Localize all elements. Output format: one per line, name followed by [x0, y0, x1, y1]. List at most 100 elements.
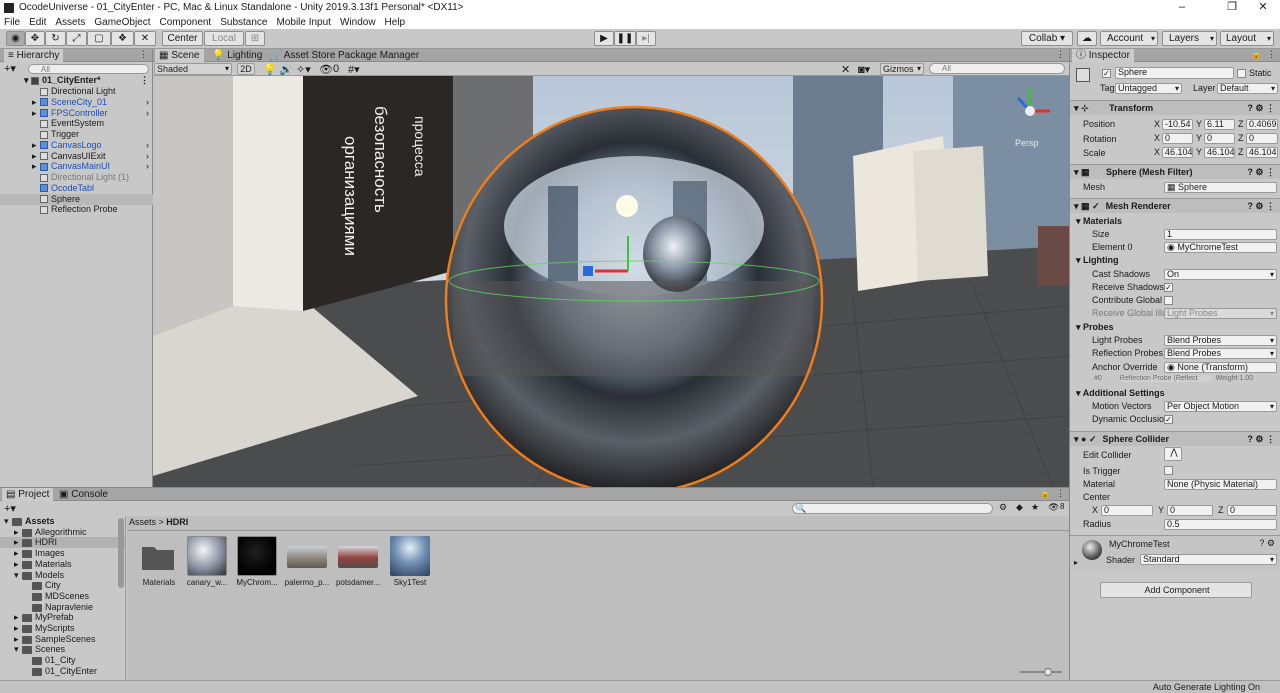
contribute-gi-checkbox[interactable]	[1164, 296, 1173, 305]
scale-x-field[interactable]: 46.1046	[1162, 147, 1193, 158]
material-element-0-field[interactable]: ◉ MyChromeTest	[1164, 242, 1277, 253]
pause-button[interactable]: ❚❚	[614, 31, 636, 46]
edit-collider-button[interactable]: ⋀	[1164, 447, 1182, 461]
scene-panel-menu-icon[interactable]: ⋮	[1056, 49, 1065, 60]
folder-tree-item[interactable]: ▸ MyPrefab	[0, 612, 125, 623]
expand-arrow-icon[interactable]: ▸	[14, 559, 19, 570]
expand-arrow-icon[interactable]: ▾	[14, 570, 19, 581]
layer-dropdown[interactable]: Default	[1217, 83, 1278, 94]
rotation-x-field[interactable]: 0	[1162, 133, 1193, 144]
sphere-collider-header[interactable]: ▾ ● ✓ Sphere Collider ? ⚙ ⋮	[1070, 431, 1280, 446]
anchor-override-field[interactable]: ◉ None (Transform)	[1164, 362, 1277, 373]
favorite-icon[interactable]: ★	[1031, 502, 1039, 513]
hierarchy-item[interactable]: ▸ › CanvasMainUI	[0, 161, 153, 172]
chevron-right-icon[interactable]: ›	[146, 108, 149, 119]
menu-assets[interactable]: Assets	[55, 17, 85, 28]
expand-arrow-icon[interactable]: ▾	[4, 516, 9, 527]
rect-tool-icon[interactable]: ▢	[87, 31, 111, 46]
folder-tree-item[interactable]: 01_CityEnter	[0, 666, 125, 677]
folder-tree-item[interactable]: ▾ Assets	[0, 516, 125, 527]
light-probes-dropdown[interactable]: Blend Probes	[1164, 335, 1277, 346]
hierarchy-item[interactable]: ▸ › CanvasLogo	[0, 140, 153, 151]
folder-tree-item[interactable]: MDScenes	[0, 591, 125, 602]
scale-y-field[interactable]: 46.1046	[1204, 147, 1235, 158]
expand-arrow-icon[interactable]: ▸	[32, 97, 37, 108]
tab-asset-store[interactable]: 🛒 Asset Store	[265, 49, 339, 62]
scene-root-row[interactable]: ▾ 01_CityEnter* ⋮	[0, 75, 153, 86]
scene-lighting-toggle-icon[interactable]: 💡	[263, 63, 277, 76]
hierarchy-item[interactable]: Sphere	[0, 193, 153, 205]
chevron-right-icon[interactable]: ›	[146, 97, 149, 108]
collider-material-field[interactable]: None (Physic Material)	[1164, 479, 1277, 490]
menu-component[interactable]: Component	[160, 17, 212, 28]
folder-tree-item[interactable]: ▸ SampleScenes	[0, 634, 125, 645]
create-dropdown-icon[interactable]: +▾	[4, 62, 16, 75]
tab-lighting[interactable]: 💡 Lighting	[208, 49, 266, 62]
probes-section-header[interactable]: ▾ Probes	[1076, 322, 1114, 333]
project-search-input[interactable]: 🔍	[792, 503, 993, 514]
position-y-field[interactable]: 6.11	[1204, 119, 1235, 130]
search-by-label-icon[interactable]: ◆	[1016, 502, 1023, 513]
expand-arrow-icon[interactable]: ▸	[14, 612, 19, 623]
object-name-input[interactable]: Sphere	[1115, 67, 1234, 79]
projection-label[interactable]: Persp	[1015, 138, 1039, 148]
expand-arrow-icon[interactable]: ▸	[14, 623, 19, 634]
center-y-field[interactable]: 0	[1167, 505, 1213, 516]
expand-arrow-icon[interactable]: ▸	[32, 108, 37, 119]
folder-tree-item[interactable]: City	[0, 580, 125, 591]
cast-shadows-dropdown[interactable]: On	[1164, 269, 1277, 280]
chevron-right-icon[interactable]: ›	[146, 161, 149, 172]
cloud-icon[interactable]: ☁	[1077, 31, 1097, 46]
shading-mode-dropdown[interactable]: Shaded	[154, 63, 232, 75]
hierarchy-search-input[interactable]	[28, 64, 149, 74]
layers-dropdown[interactable]: Layers	[1162, 31, 1217, 46]
move-tool-icon[interactable]: ✥	[25, 31, 45, 46]
mesh-filter-header[interactable]: ▾ ▦ Sphere (Mesh Filter) ? ⚙ ⋮	[1070, 164, 1280, 179]
menu-substance[interactable]: Substance	[220, 17, 267, 28]
menu-file[interactable]: File	[4, 17, 20, 28]
folder-tree-item[interactable]: Napravlenie	[0, 602, 125, 613]
mesh-renderer-header[interactable]: ▾ ▦ ✓ Mesh Renderer ? ⚙ ⋮	[1070, 198, 1280, 213]
rotate-tool-icon[interactable]: ↻	[45, 31, 66, 46]
transform-header[interactable]: ▾ ⊹ Transform ? ⚙ ⋮	[1070, 100, 1280, 115]
dynamic-occlusion-checkbox[interactable]: ✓	[1164, 415, 1173, 424]
expand-arrow-icon[interactable]: ▾	[14, 644, 19, 655]
scene-audio-toggle-icon[interactable]: 🔊	[279, 63, 293, 76]
tree-scrollbar[interactable]	[118, 518, 124, 588]
hierarchy-item[interactable]: Directional Light	[0, 86, 153, 97]
pivot-local-button[interactable]: Local	[204, 31, 244, 46]
rotation-z-field[interactable]: 0	[1246, 133, 1278, 144]
hierarchy-item[interactable]: Directional Light (1)	[0, 172, 153, 183]
reflection-probes-dropdown[interactable]: Blend Probes	[1164, 348, 1277, 359]
tab-console[interactable]: ▣ Console	[55, 488, 112, 501]
expand-arrow-icon[interactable]: ▸	[14, 527, 19, 538]
gizmos-dropdown[interactable]: Gizmos	[880, 63, 924, 75]
folder-tree-item[interactable]: ▸ Materials	[0, 559, 125, 570]
hierarchy-item[interactable]: EventSystem	[0, 118, 153, 129]
folder-tree-item[interactable]: 01_City	[0, 655, 125, 666]
materials-size-field[interactable]: 1	[1164, 229, 1277, 240]
scene-search-input[interactable]	[929, 63, 1065, 74]
hdri-thumbnail-potsdamer[interactable]	[338, 546, 378, 568]
inspector-menu-icon[interactable]: ⋮	[1267, 49, 1276, 60]
mesh-object-field[interactable]: ▦ Sphere	[1164, 182, 1277, 193]
view-tool-icon[interactable]: ◉	[6, 31, 25, 46]
chevron-right-icon[interactable]: ›	[146, 151, 149, 162]
add-component-button[interactable]: Add Component	[1100, 582, 1252, 598]
project-create-icon[interactable]: +▾	[4, 502, 16, 515]
grid-toggle-icon[interactable]: #▾	[348, 63, 360, 76]
project-panel-menu-icon[interactable]: ⋮	[1056, 488, 1065, 499]
center-z-field[interactable]: 0	[1227, 505, 1277, 516]
folder-tree-item[interactable]: ▸ Images	[0, 548, 125, 559]
inspector-lock-icon[interactable]: 🔒	[1251, 49, 1262, 60]
expand-arrow-icon[interactable]: ▸	[14, 548, 19, 559]
position-x-field[interactable]: -10.54	[1162, 119, 1193, 130]
collab-button[interactable]: Collab ▾	[1021, 31, 1073, 46]
panel-menu-icon[interactable]: ⋮	[139, 49, 148, 60]
rotation-y-field[interactable]: 0	[1204, 133, 1235, 144]
tab-scene[interactable]: ▦ Scene	[155, 49, 204, 62]
material-thumbnail-mychrome[interactable]	[237, 536, 277, 576]
static-checkbox[interactable]	[1237, 69, 1246, 78]
search-by-type-icon[interactable]: ⚙	[999, 502, 1007, 513]
expand-arrow-icon[interactable]: ▸	[32, 161, 37, 172]
